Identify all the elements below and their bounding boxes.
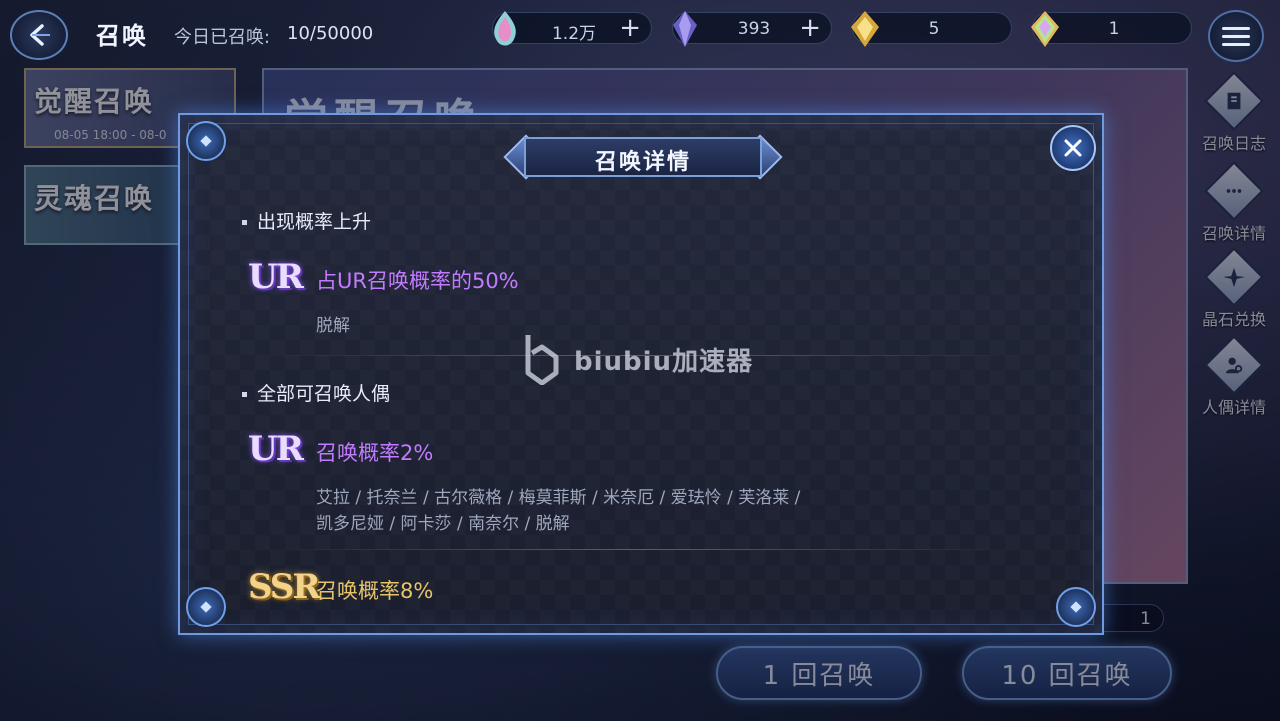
rarity-badge-ur: UR xyxy=(248,429,304,469)
currency-rainbow-gem[interactable]: 1.2万 + xyxy=(492,11,652,46)
currency-purple-crystal[interactable]: 393 + xyxy=(672,11,832,47)
corner-ornament-icon xyxy=(186,121,226,161)
menu-button[interactable] xyxy=(1208,10,1264,62)
bullet-icon xyxy=(242,392,247,397)
currency-gold-ticket[interactable]: 5 xyxy=(851,11,1012,47)
close-button[interactable] xyxy=(1050,125,1096,171)
currency-prism-crystal[interactable]: 1 xyxy=(1031,11,1192,47)
watermark: biubiu加速器 xyxy=(522,332,753,386)
corner-ornament-icon xyxy=(186,587,226,627)
ssr-rate-text: 召唤概率8% xyxy=(316,579,434,603)
rainbow-gem-icon xyxy=(494,11,516,46)
ur-names-line1: 艾拉 / 托奈兰 / 古尔薇格 / 梅莫菲斯 / 米奈厄 / 爱珐怜 / 芙洛莱… xyxy=(316,488,801,508)
menu-icon-bar xyxy=(1222,26,1250,30)
bullet-icon xyxy=(242,220,247,225)
currency-value: 1 xyxy=(1108,19,1120,39)
currency-value: 1.2万 xyxy=(551,24,597,44)
add-currency-button[interactable]: + xyxy=(619,15,641,41)
close-icon xyxy=(1064,139,1082,157)
back-arrow-icon xyxy=(30,24,50,46)
menu-icon-bar xyxy=(1222,42,1250,46)
section-heading-text: 全部可召唤人偶 xyxy=(257,383,391,405)
back-button[interactable] xyxy=(10,10,68,60)
ur-rate-text: 召唤概率2% xyxy=(316,441,434,465)
section-heading-all: 全部可召唤人偶 xyxy=(242,379,390,406)
watermark-logo-icon xyxy=(525,335,559,385)
ur-names-line2: 凯多尼娅 / 阿卡莎 / 南奈尔 / 脱解 xyxy=(316,514,570,534)
section-divider xyxy=(260,549,1020,550)
corner-ornament-icon xyxy=(1056,587,1096,627)
section-heading-text: 出现概率上升 xyxy=(257,211,372,233)
rate-up-text: 占UR召唤概率的50% xyxy=(316,269,519,293)
purple-crystal-icon xyxy=(673,11,697,47)
daily-count-label: 今日已召唤: xyxy=(174,27,271,48)
watermark-text: biubiu加速器 xyxy=(574,346,754,377)
section-heading-rate-up: 出现概率上升 xyxy=(242,207,371,234)
modal-title-plate: 召唤详情 xyxy=(498,134,788,180)
rarity-badge-ssr: SSR xyxy=(248,567,321,607)
gold-ticket-icon xyxy=(851,11,879,47)
currency-value: 5 xyxy=(928,19,940,39)
prism-crystal-icon xyxy=(1031,11,1059,47)
top-bar: 召唤 今日已召唤: 10/50000 1.2万 + 393 + 5 1 xyxy=(0,0,1280,64)
daily-count-value: 10/50000 xyxy=(287,23,374,44)
page-title: 召唤 xyxy=(96,22,148,50)
modal-title: 召唤详情 xyxy=(594,150,691,175)
currency-value: 393 xyxy=(737,19,771,39)
menu-icon-bar xyxy=(1222,34,1250,38)
add-currency-button[interactable]: + xyxy=(799,15,821,41)
rarity-badge-ur: UR xyxy=(248,257,304,297)
